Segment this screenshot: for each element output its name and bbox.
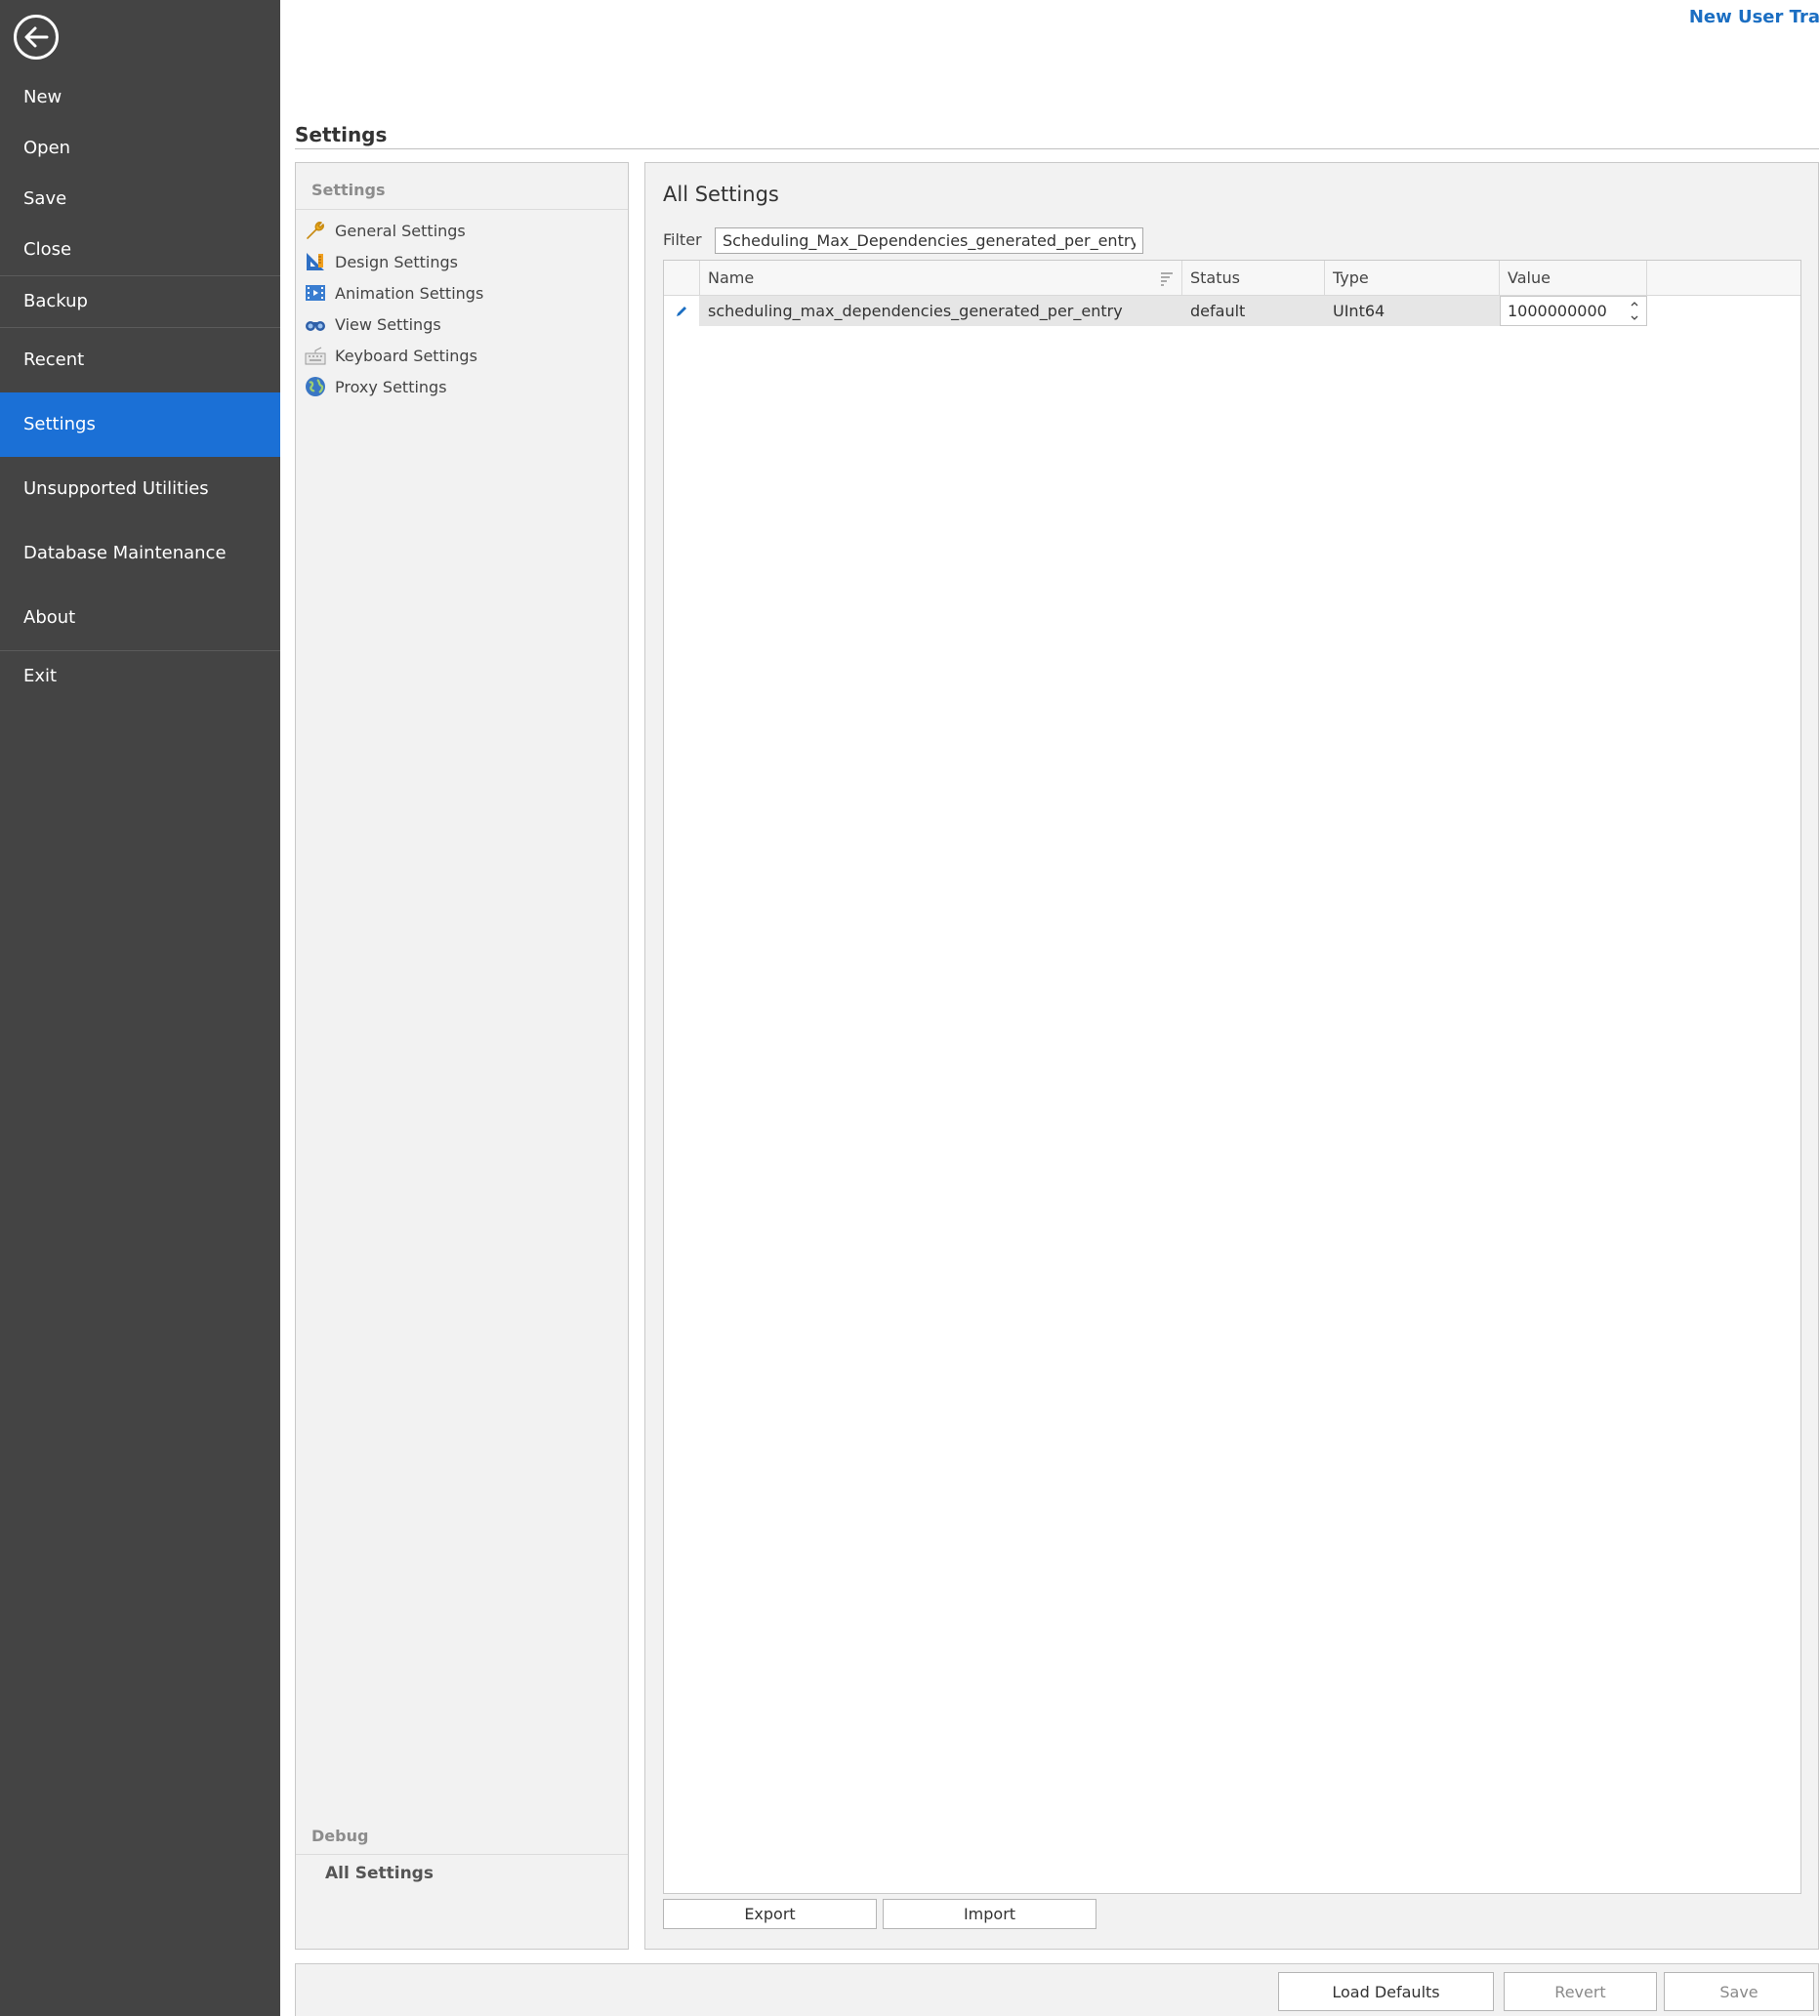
cell-value <box>1500 296 1647 326</box>
nav-about[interactable]: About <box>0 608 280 628</box>
nav-separator <box>0 275 280 276</box>
category-label: Animation Settings <box>335 283 484 303</box>
cell-name[interactable]: scheduling_max_dependencies_generated_pe… <box>700 296 1182 326</box>
nav-save[interactable]: Save <box>0 189 280 209</box>
binoculars-icon <box>304 312 327 336</box>
globe-icon <box>304 375 327 398</box>
value-input[interactable] <box>1501 297 1618 325</box>
panel-title: All Settings <box>663 183 779 206</box>
nav-separator <box>0 327 280 328</box>
nav-settings[interactable]: Settings <box>0 392 280 457</box>
backstage-sidebar: New Open Save Close Backup Recent Settin… <box>0 0 280 2016</box>
debug-group-title: Debug <box>311 1827 369 1845</box>
nav-database-maintenance[interactable]: Database Maintenance <box>0 544 280 563</box>
category-label: View Settings <box>335 314 441 334</box>
save-button[interactable]: Save <box>1664 1972 1814 2011</box>
grid-header: Name Status Type Value <box>664 261 1800 296</box>
category-general-settings[interactable]: General Settings <box>304 218 466 243</box>
spin-down-icon[interactable] <box>1629 313 1640 323</box>
column-header-type[interactable]: Type <box>1325 261 1500 296</box>
nav-backup[interactable]: Backup <box>0 292 280 311</box>
filter-label: Filter <box>663 230 702 249</box>
nav-separator <box>0 650 280 651</box>
category-label: Design Settings <box>335 252 458 271</box>
column-header-name[interactable]: Name <box>700 261 1182 296</box>
debug-all-settings[interactable]: All Settings <box>325 1864 434 1883</box>
settings-grid: Name Status Type Value scheduling_max_de… <box>663 260 1801 1894</box>
import-button[interactable]: Import <box>883 1899 1096 1929</box>
row-indicator-header <box>664 261 700 296</box>
cell-status[interactable]: default <box>1182 296 1325 326</box>
nav-close[interactable]: Close <box>0 240 280 260</box>
nav-new[interactable]: New <box>0 88 280 107</box>
back-button[interactable] <box>14 15 59 60</box>
load-defaults-button[interactable]: Load Defaults <box>1278 1972 1494 2011</box>
page-title: Settings <box>295 123 388 146</box>
category-proxy-settings[interactable]: Proxy Settings <box>304 374 447 399</box>
category-animation-settings[interactable]: Animation Settings <box>304 280 483 306</box>
table-row[interactable]: scheduling_max_dependencies_generated_pe… <box>664 296 1800 326</box>
nav-unsupported-utilities[interactable]: Unsupported Utilities <box>0 479 280 499</box>
wrench-icon <box>304 219 327 242</box>
category-label: Keyboard Settings <box>335 346 477 365</box>
category-label: Proxy Settings <box>335 377 447 396</box>
group-divider <box>296 1854 628 1855</box>
nav-open[interactable]: Open <box>0 139 280 158</box>
ruler-triangle-icon <box>304 250 327 273</box>
pencil-icon <box>677 306 686 316</box>
all-settings-panel: All Settings Filter Name Status Type Val… <box>644 162 1819 1950</box>
arrow-left-icon <box>24 26 49 48</box>
settings-category-panel: Settings General Settings Design Setting… <box>295 162 629 1950</box>
keyboard-icon <box>304 344 327 367</box>
settings-group-title: Settings <box>311 181 386 199</box>
new-user-training-link[interactable]: New User Tra <box>1689 7 1820 27</box>
revert-button[interactable]: Revert <box>1504 1972 1657 2011</box>
value-spinner[interactable] <box>1629 299 1640 323</box>
header-divider <box>295 148 1819 149</box>
group-divider <box>296 209 628 210</box>
sort-icon <box>1161 272 1173 286</box>
column-header-status[interactable]: Status <box>1182 261 1325 296</box>
nav-recent[interactable]: Recent <box>0 350 280 370</box>
export-button[interactable]: Export <box>663 1899 877 1929</box>
bottom-action-bar: Load Defaults Revert Save <box>295 1963 1819 2016</box>
nav-exit[interactable]: Exit <box>0 667 280 686</box>
filter-input[interactable] <box>715 227 1143 254</box>
row-indicator <box>664 296 700 326</box>
cell-type[interactable]: UInt64 <box>1325 296 1500 326</box>
film-icon <box>304 281 327 305</box>
category-label: General Settings <box>335 221 466 240</box>
spin-up-icon[interactable] <box>1629 299 1640 309</box>
category-keyboard-settings[interactable]: Keyboard Settings <box>304 343 477 368</box>
category-view-settings[interactable]: View Settings <box>304 311 441 337</box>
column-header-value[interactable]: Value <box>1500 261 1647 296</box>
category-design-settings[interactable]: Design Settings <box>304 249 458 274</box>
